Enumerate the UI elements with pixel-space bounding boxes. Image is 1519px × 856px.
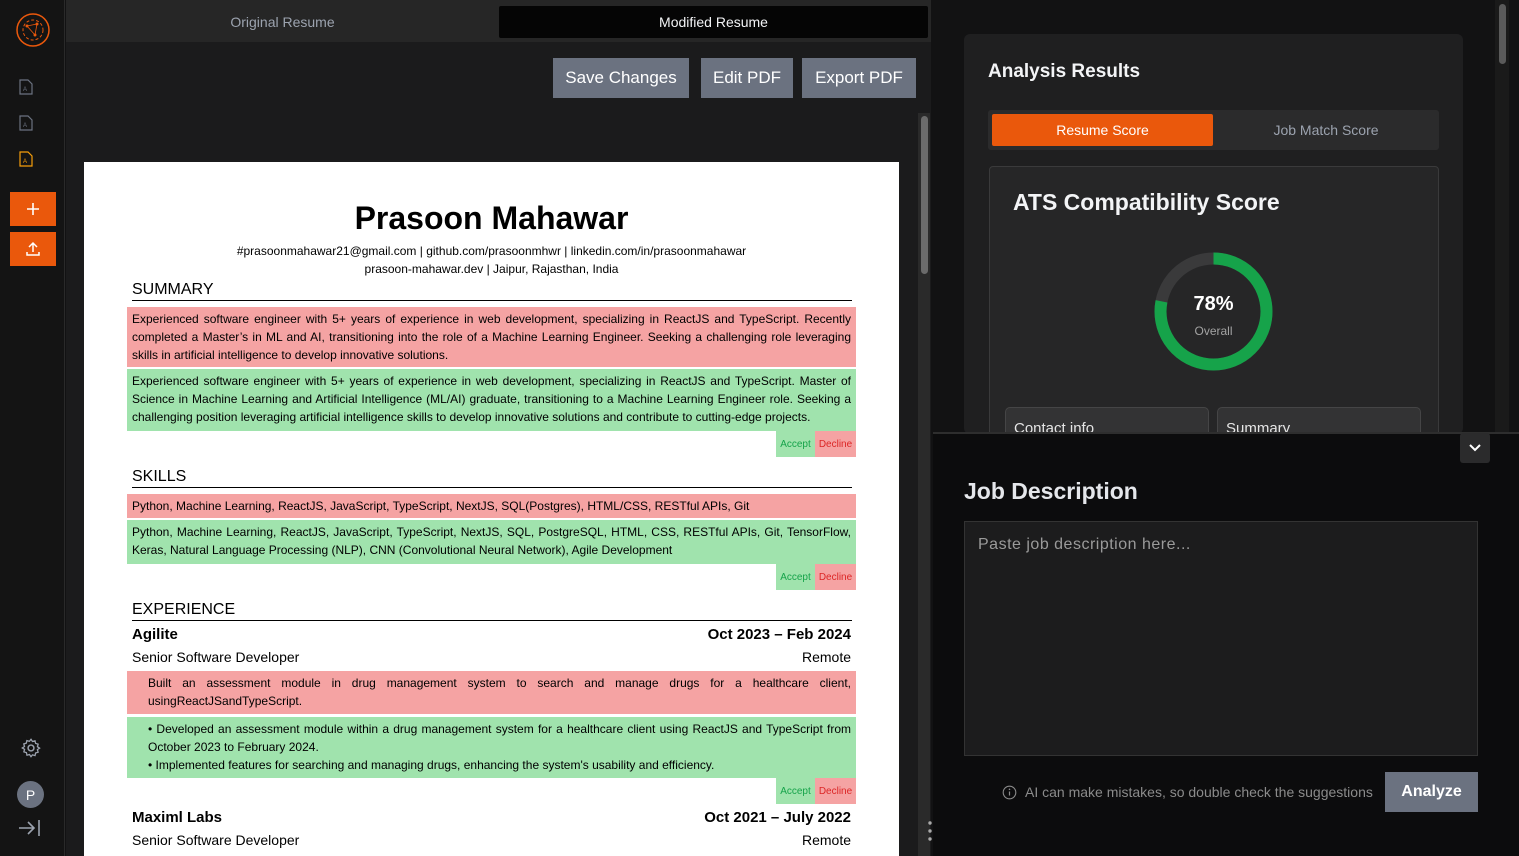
company-name: Maximl Labs [132, 809, 223, 826]
file-icon[interactable]: A [19, 79, 33, 95]
analyze-button[interactable]: Analyze [1385, 772, 1478, 812]
analysis-scrollbar-thumb[interactable] [1499, 4, 1506, 64]
resize-handle-icon[interactable] [928, 820, 932, 842]
contact-line: prasoon-mahawar.dev | Jaipur, Rajasthan,… [364, 262, 619, 276]
resume-page: Prasoon Mahawar #prasoonmahawar21@gmail.… [84, 162, 899, 856]
tab-resume-score[interactable]: Resume Score [992, 114, 1213, 146]
resume-tabs: Original Resume Modified Resume [66, 0, 931, 42]
sidebar: A A A P [0, 0, 65, 856]
add-button[interactable] [10, 192, 56, 226]
collapse-icon[interactable] [18, 818, 42, 838]
disclaimer: AI can make mistakes, so double check th… [1002, 784, 1373, 800]
info-icon [1002, 785, 1017, 799]
score-tabs: Resume Score Job Match Score [988, 110, 1439, 150]
edit-pdf-button[interactable]: Edit PDF [701, 58, 793, 98]
accept-button[interactable]: Accept [776, 564, 815, 590]
job-location: Remote [801, 832, 851, 848]
skills-original-block: Python, Machine Learning, ReactJS, JavaS… [127, 494, 856, 518]
experience-suggested-block: • Developed an assessment module within … [127, 717, 856, 778]
resume-name: Prasoon Mahawar [354, 200, 629, 236]
svg-text:A: A [23, 123, 27, 129]
accept-button[interactable]: Accept [776, 778, 815, 804]
experience-original-block: Built an assessment module in drug manag… [127, 671, 856, 714]
job-description-title: Job Description [964, 478, 1138, 504]
export-pdf-button[interactable]: Export PDF [802, 58, 916, 98]
file-icon-active[interactable]: A [19, 151, 33, 167]
job-description-input[interactable] [964, 521, 1478, 756]
company-name: Agilite [132, 626, 178, 643]
score-value: 78% [1193, 293, 1234, 315]
summary-original-block: Experienced software engineer with 5+ ye… [127, 307, 856, 367]
decline-button[interactable]: Decline [815, 431, 856, 457]
gear-icon[interactable] [20, 737, 42, 759]
svg-text:A: A [23, 87, 27, 93]
save-changes-button[interactable]: Save Changes [553, 58, 689, 98]
plus-icon [27, 203, 39, 215]
upload-button[interactable] [10, 232, 56, 266]
file-icon[interactable]: A [19, 115, 33, 131]
job-dates: Oct 2023 – Feb 2024 [707, 626, 851, 643]
collapse-panel-button[interactable] [1460, 433, 1490, 463]
disclaimer-text: AI can make mistakes, so double check th… [1025, 784, 1373, 800]
editor-scrollbar-thumb[interactable] [921, 116, 928, 274]
logo-icon[interactable] [15, 12, 51, 48]
decline-button[interactable]: Decline [815, 778, 856, 804]
skills-heading: SKILLS [132, 468, 852, 488]
skills-suggested-block: Python, Machine Learning, ReactJS, JavaS… [127, 520, 856, 564]
bullet-item: • Implemented features for searching and… [148, 758, 715, 772]
app-root: A A A P Original Resume Modified Resume … [0, 0, 1519, 856]
upload-icon [26, 241, 40, 256]
experience-heading: EXPERIENCE [132, 601, 852, 621]
bullet-item: • Developed an assessment module within … [148, 722, 851, 754]
job-dates: Oct 2021 – July 2022 [704, 809, 851, 826]
job-role: Senior Software Developer [132, 649, 300, 665]
summary-heading: SUMMARY [132, 281, 852, 301]
contact-line: #prasoonmahawar21@gmail.com | github.com… [236, 244, 747, 258]
score-label: Overall [1194, 324, 1233, 338]
chevron-down-icon [1469, 444, 1481, 452]
job-location: Remote [801, 649, 851, 665]
decline-button[interactable]: Decline [815, 564, 856, 590]
analysis-scrollbar[interactable] [1495, 0, 1509, 432]
job-role: Senior Software Developer [132, 832, 300, 848]
tab-job-match-score[interactable]: Job Match Score [1217, 114, 1435, 146]
tab-original-resume[interactable]: Original Resume [66, 6, 499, 38]
accept-button[interactable]: Accept [776, 431, 815, 457]
svg-text:A: A [23, 159, 27, 165]
ats-title: ATS Compatibility Score [1013, 189, 1280, 215]
avatar[interactable]: P [17, 781, 44, 808]
analysis-title: Analysis Results [988, 61, 1141, 82]
summary-suggested-block: Experienced software engineer with 5+ ye… [127, 369, 856, 431]
tab-modified-resume[interactable]: Modified Resume [499, 6, 928, 38]
